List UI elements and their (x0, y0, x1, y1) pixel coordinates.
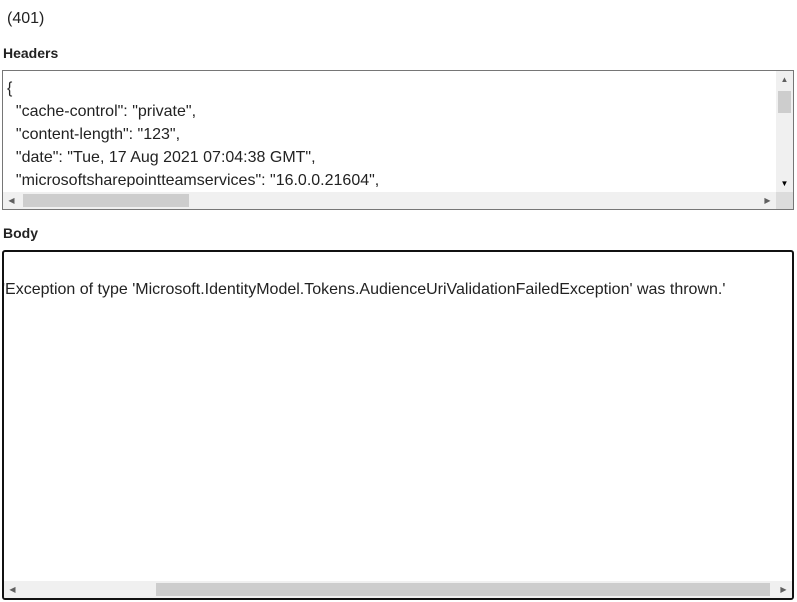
headers-horizontal-scroll-thumb[interactable] (23, 194, 189, 207)
scroll-left-arrow-icon[interactable]: ◀ (4, 581, 21, 598)
body-label: Body (3, 225, 38, 241)
headers-vertical-scrollbar[interactable]: ▲ ▼ (776, 71, 793, 192)
headers-line: "content-length": "123", (7, 126, 181, 143)
headers-content: { "cache-control": "private", "content-l… (7, 77, 771, 187)
scroll-left-arrow-icon[interactable]: ◀ (3, 192, 20, 209)
scroll-up-arrow-icon[interactable]: ▲ (776, 71, 793, 88)
headers-line: { (7, 80, 13, 97)
headers-textarea[interactable]: { "cache-control": "private", "content-l… (2, 70, 794, 210)
scrollbar-corner (776, 192, 793, 209)
headers-line: "cache-control": "private", (7, 103, 197, 120)
headers-vertical-scroll-thumb[interactable] (778, 91, 791, 113)
scroll-down-arrow-icon[interactable]: ▼ (776, 175, 793, 192)
body-textarea[interactable]: 'Exception of type 'Microsoft.IdentityMo… (2, 250, 794, 600)
response-status-code: (401) (7, 10, 45, 27)
headers-horizontal-scrollbar[interactable]: ◀ ▶ (3, 192, 776, 209)
scroll-right-arrow-icon[interactable]: ▶ (775, 581, 792, 598)
body-content: 'Exception of type 'Microsoft.IdentityMo… (2, 281, 726, 298)
headers-line: "microsoftsharepointteamservices": "16.0… (7, 172, 380, 187)
scroll-right-arrow-icon[interactable]: ▶ (759, 192, 776, 209)
body-horizontal-scrollbar[interactable]: ◀ ▶ (4, 581, 792, 598)
headers-line: "date": "Tue, 17 Aug 2021 07:04:38 GMT", (7, 149, 316, 166)
headers-label: Headers (3, 45, 59, 61)
body-horizontal-scroll-thumb[interactable] (156, 583, 770, 596)
